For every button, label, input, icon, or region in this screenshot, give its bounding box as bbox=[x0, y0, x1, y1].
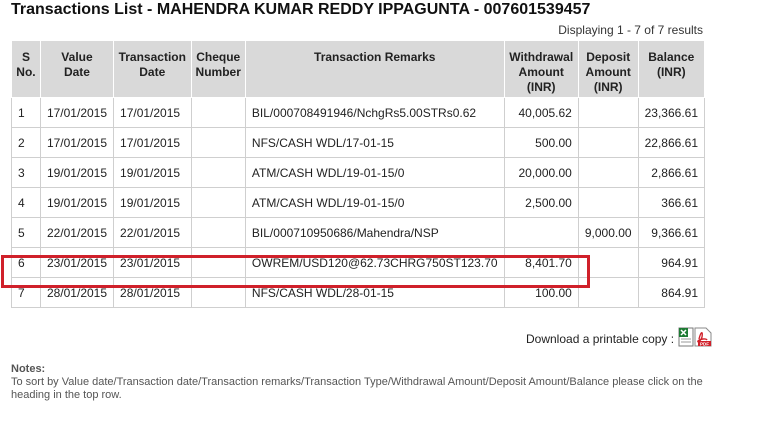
cell-value-date: 28/01/2015 bbox=[39, 277, 115, 308]
header-deposit-amount[interactable]: Deposit Amount (INR) bbox=[577, 40, 639, 98]
cell-deposit bbox=[577, 97, 639, 128]
cell-deposit: 9,000.00 bbox=[577, 217, 639, 248]
notes-section: Notes: To sort by Value date/Transaction… bbox=[11, 363, 711, 402]
table-row: 5 22/01/2015 22/01/2015 BIL/000710950686/Ma… bbox=[11, 217, 706, 248]
cell-sno: 6 bbox=[11, 247, 41, 278]
cell-transaction-date: 23/01/2015 bbox=[113, 247, 192, 278]
cell-withdrawal: 20,000.00 bbox=[503, 157, 579, 188]
cell-deposit bbox=[577, 247, 639, 278]
cell-withdrawal: 500.00 bbox=[503, 127, 579, 158]
cell-deposit bbox=[577, 157, 639, 188]
cell-sno: 1 bbox=[11, 97, 41, 128]
cell-withdrawal: 2,500.00 bbox=[503, 187, 579, 218]
cell-cheque-number bbox=[190, 97, 246, 128]
cell-balance: 9,366.61 bbox=[637, 217, 706, 248]
download-section: Download a printable copy : PDF bbox=[526, 327, 712, 350]
cell-value-date: 23/01/2015 bbox=[39, 247, 115, 278]
cell-sno: 4 bbox=[11, 187, 41, 218]
notes-text: To sort by Value date/Transaction date/T… bbox=[11, 376, 703, 401]
header-cheque-number[interactable]: Cheque Number bbox=[190, 40, 246, 98]
cell-value-date: 19/01/2015 bbox=[39, 157, 115, 188]
cell-cheque-number bbox=[190, 217, 246, 248]
transactions-table: S No. Value Date Transaction Date Cheque Num… bbox=[11, 40, 706, 308]
cell-withdrawal: 8,401.70 bbox=[503, 247, 579, 278]
cell-withdrawal: 40,005.62 bbox=[503, 97, 579, 128]
cell-remarks: BIL/000708491946/NchgRs5.00STRs0.62 bbox=[244, 97, 505, 128]
header-transaction-date[interactable]: Transaction Date bbox=[113, 40, 192, 98]
page-title: Transactions List - MAHENDRA KUMAR REDDY… bbox=[11, 1, 591, 18]
cell-value-date: 17/01/2015 bbox=[39, 97, 115, 128]
table-header-row: S No. Value Date Transaction Date Cheque Num… bbox=[11, 40, 706, 98]
cell-remarks: ATM/CASH WDL/19-01-15/0 bbox=[244, 157, 505, 188]
header-value-date[interactable]: Value Date bbox=[39, 40, 115, 98]
header-sno[interactable]: S No. bbox=[11, 40, 41, 98]
cell-sno: 7 bbox=[11, 277, 41, 308]
notes-heading: Notes: bbox=[11, 363, 46, 375]
cell-cheque-number bbox=[190, 187, 246, 218]
header-balance[interactable]: Balance (INR) bbox=[637, 40, 706, 98]
header-transaction-remarks[interactable]: Transaction Remarks bbox=[244, 40, 505, 98]
cell-transaction-date: 17/01/2015 bbox=[113, 97, 192, 128]
cell-remarks: NFS/CASH WDL/28-01-15 bbox=[244, 277, 505, 308]
cell-sno: 2 bbox=[11, 127, 41, 158]
pdf-icon[interactable]: PDF bbox=[694, 327, 712, 350]
cell-remarks: NFS/CASH WDL/17-01-15 bbox=[244, 127, 505, 158]
table-row: 2 17/01/2015 17/01/2015 NFS/CASH WDL/17-01-… bbox=[11, 127, 706, 158]
cell-balance: 2,866.61 bbox=[637, 157, 706, 188]
cell-cheque-number bbox=[190, 157, 246, 188]
cell-balance: 864.91 bbox=[637, 277, 706, 308]
cell-deposit bbox=[577, 127, 639, 158]
table-row: 3 19/01/2015 19/01/2015 ATM/CASH WDL/19-01-… bbox=[11, 157, 706, 188]
pdf-icon-label: PDF bbox=[700, 341, 709, 346]
cell-transaction-date: 19/01/2015 bbox=[113, 187, 192, 218]
cell-deposit bbox=[577, 277, 639, 308]
cell-remarks: OWREM/USD120@62.73CHRG750ST123.70 bbox=[244, 247, 505, 278]
cell-withdrawal: 100.00 bbox=[503, 277, 579, 308]
excel-icon[interactable] bbox=[678, 327, 694, 350]
download-label: Download a printable copy : bbox=[526, 331, 675, 346]
results-count: Displaying 1 - 7 of 7 results bbox=[558, 23, 703, 37]
cell-balance: 22,866.61 bbox=[637, 127, 706, 158]
cell-sno: 5 bbox=[11, 217, 41, 248]
table-row: 7 28/01/2015 28/01/2015 NFS/CASH WDL/28-01-… bbox=[11, 277, 706, 308]
cell-cheque-number bbox=[190, 277, 246, 308]
table-row: 6 23/01/2015 23/01/2015 OWREM/USD120@62.73C… bbox=[11, 247, 706, 278]
cell-balance: 366.61 bbox=[637, 187, 706, 218]
cell-withdrawal bbox=[503, 217, 579, 248]
cell-transaction-date: 17/01/2015 bbox=[113, 127, 192, 158]
table-row: 1 17/01/2015 17/01/2015 BIL/000708491946/Nc… bbox=[11, 97, 706, 128]
cell-sno: 3 bbox=[11, 157, 41, 188]
header-withdrawal-amount[interactable]: Withdrawal Amount (INR) bbox=[503, 40, 579, 98]
cell-value-date: 17/01/2015 bbox=[39, 127, 115, 158]
cell-value-date: 22/01/2015 bbox=[39, 217, 115, 248]
cell-cheque-number bbox=[190, 127, 246, 158]
cell-deposit bbox=[577, 187, 639, 218]
cell-remarks: ATM/CASH WDL/19-01-15/0 bbox=[244, 187, 505, 218]
cell-remarks: BIL/000710950686/Mahendra/NSP bbox=[244, 217, 505, 248]
cell-transaction-date: 22/01/2015 bbox=[113, 217, 192, 248]
table-row: 4 19/01/2015 19/01/2015 ATM/CASH WDL/19-01-… bbox=[11, 187, 706, 218]
cell-balance: 964.91 bbox=[637, 247, 706, 278]
cell-value-date: 19/01/2015 bbox=[39, 187, 115, 218]
cell-transaction-date: 19/01/2015 bbox=[113, 157, 192, 188]
cell-balance: 23,366.61 bbox=[637, 97, 706, 128]
cell-cheque-number bbox=[190, 247, 246, 278]
cell-transaction-date: 28/01/2015 bbox=[113, 277, 192, 308]
